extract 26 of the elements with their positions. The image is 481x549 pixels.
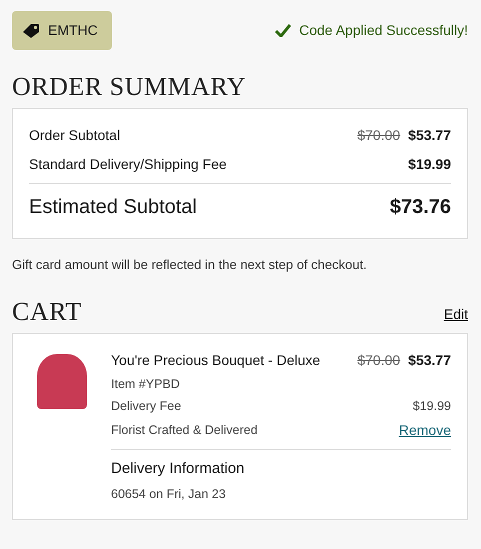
original-price: $70.00 [357, 350, 400, 370]
section-heading: ORDER SUMMARY [12, 74, 248, 100]
price: $53.77 [408, 350, 451, 370]
delivery-detail: 60654 on Fri, Jan 23 [111, 486, 227, 502]
price: $53.77 [408, 126, 451, 145]
total-amount: $73.76 [390, 195, 451, 220]
photo-placeholder [37, 354, 87, 408]
checkmark-icon [275, 24, 292, 37]
edit-link[interactable]: Edit [444, 304, 468, 324]
coupon-code-button[interactable]: EMTHC [12, 11, 112, 50]
fulfilment-note: Florist Crafted & Delivered [111, 422, 258, 440]
success-message: Code Applied Successfully! [299, 21, 468, 40]
price: $19.99 [408, 155, 451, 174]
fee-label: Delivery Fee [111, 398, 182, 416]
remove-link[interactable]: Remove [398, 420, 451, 441]
checkout-note: Gift card amount will be reflected in the next step of checkout. [12, 256, 368, 274]
product-name: You're Precious Bouquet - Deluxe [111, 350, 320, 370]
section-heading: CART [12, 298, 82, 324]
summary-label: Standard Delivery/Shipping Fee [29, 155, 227, 174]
original-price: $70.00 [357, 126, 400, 145]
total-label: Estimated Subtotal [29, 195, 197, 220]
summary-label: Order Subtotal [29, 126, 120, 145]
fee-amount: $19.99 [412, 398, 451, 416]
tag-icon [22, 22, 40, 38]
item-number: Item #YPBD [111, 376, 181, 392]
delivery-title: Delivery Information [111, 459, 246, 479]
